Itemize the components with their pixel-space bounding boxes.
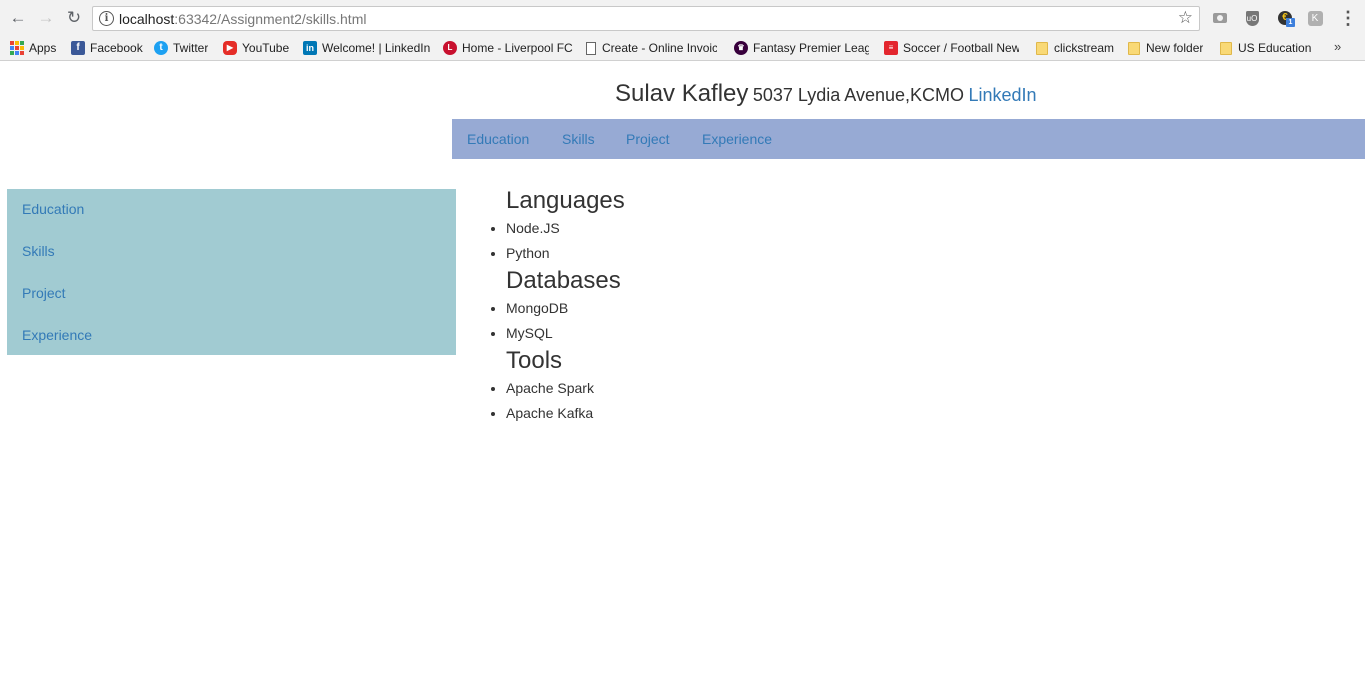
skills-section-tools: Tools Apache Spark Apache Kafka [476,346,625,426]
skills-list: Apache Spark Apache Kafka [476,376,625,426]
bookmark-apps[interactable]: Apps [10,40,56,56]
bookmark-clickstream[interactable]: clickstream [1036,40,1114,56]
bookmark-label: Home - Liverpool FC [462,41,573,55]
bookmark-label: Welcome! | LinkedIn [322,41,431,55]
liverpool-icon: L [443,41,457,55]
bookmark-label: Facebook [90,41,143,55]
extension-k-icon[interactable]: K [1306,9,1324,27]
bookmark-new-folder[interactable]: New folder [1128,40,1203,56]
bookmark-label: clickstream [1054,41,1115,55]
back-arrow-icon[interactable]: ← [8,8,28,28]
info-icon[interactable]: i [99,11,114,26]
bookmark-soccer-news[interactable]: ≡ Soccer / Football New [884,40,1019,56]
premier-league-icon: ♛ [734,41,748,55]
bookmark-create-invoice[interactable]: Create - Online Invoic [586,40,717,56]
side-nav-experience[interactable]: Experience [22,327,92,343]
bookmark-star-icon[interactable]: ☆ [1178,8,1193,28]
facebook-icon: f [71,41,85,55]
bookmark-label: YouTube [242,41,290,55]
side-nav: Education Skills Project Experience [7,189,456,355]
bookmark-label: Apps [29,41,57,55]
top-nav: Education Skills Project Experience [452,119,1365,159]
skills-content: Languages Node.JS Python Databases Mongo… [476,186,625,426]
address-bar[interactable]: i localhost:63342/Assignment2/skills.htm… [92,6,1200,31]
list-item: MongoDB [506,296,625,321]
skills-list: MongoDB MySQL [476,296,625,346]
twitter-icon: t [154,41,168,55]
folder-icon [1036,41,1048,55]
bookmark-label: US Education [1238,41,1312,55]
more-bookmarks-button[interactable]: » [1334,39,1341,54]
url-host: localhost [119,11,175,27]
browser-menu-icon[interactable]: ⋮ [1339,8,1357,28]
list-item: MySQL [506,321,625,346]
side-nav-education[interactable]: Education [22,201,84,217]
top-nav-skills[interactable]: Skills [562,131,595,147]
youtube-icon: ▶ [223,41,237,55]
bookmark-label: New folder [1146,41,1204,55]
address-text: 5037 Lydia Avenue,KCMO [752,85,964,105]
side-nav-skills[interactable]: Skills [22,243,55,259]
bookmark-facebook[interactable]: f Facebook [71,40,143,56]
section-heading: Databases [506,267,621,294]
top-nav-experience[interactable]: Experience [702,131,772,147]
bookmark-label: Create - Online Invoic [602,41,717,55]
list-item: Python [506,241,625,266]
forward-arrow-icon[interactable]: → [36,8,56,28]
page-header: Sulav Kafley 5037 Lydia Avenue,KCMO Link… [615,80,1037,108]
side-nav-project[interactable]: Project [22,285,66,301]
bookmark-youtube[interactable]: ▶ YouTube [223,40,289,56]
bookmark-us-education[interactable]: US Education [1220,40,1311,56]
linkedin-icon: in [303,41,317,55]
folder-icon [1220,41,1232,55]
extension-badge: 1 [1286,18,1295,27]
list-item: Apache Kafka [506,401,625,426]
skills-list: Node.JS Python [476,216,625,266]
bookmark-label: Twitter [173,41,209,55]
apps-grid-icon [10,41,24,55]
camera-extension-icon[interactable] [1211,9,1229,27]
bookmark-fantasy-premier-league[interactable]: ♛ Fantasy Premier Leagu [734,40,869,56]
skills-section-languages: Languages Node.JS Python [476,186,625,266]
folder-icon [1128,41,1140,55]
section-heading: Languages [506,187,625,214]
list-item: Apache Spark [506,376,625,401]
ublock-shield-icon[interactable]: uO [1243,9,1261,27]
bookmark-twitter[interactable]: t Twitter [154,40,208,56]
skills-section-databases: Databases MongoDB MySQL [476,266,625,346]
top-nav-project[interactable]: Project [626,131,670,147]
person-name: Sulav Kafley [615,80,749,107]
linkedin-link[interactable]: LinkedIn [968,85,1036,105]
bookmark-liverpool[interactable]: L Home - Liverpool FC [443,40,573,56]
list-item: Node.JS [506,216,625,241]
browser-toolbar: ← → ↻ i localhost:63342/Assignment2/skil… [0,0,1365,37]
url-text[interactable]: localhost:63342/Assignment2/skills.html [119,11,366,27]
bookmark-label: Fantasy Premier Leagu [753,41,869,55]
document-icon [586,41,596,55]
section-heading: Tools [506,347,563,374]
reload-icon[interactable]: ↻ [64,8,84,28]
extension-e-icon[interactable]: €1 [1276,9,1295,27]
top-nav-education[interactable]: Education [467,131,529,147]
bookmark-linkedin[interactable]: in Welcome! | LinkedIn [303,40,430,56]
soccer-news-icon: ≡ [884,41,898,55]
bookmark-label: Soccer / Football New [903,41,1019,55]
url-path: :63342/Assignment2/skills.html [174,11,367,27]
bookmarks-bar: Apps f Facebook t Twitter ▶ YouTube in W… [0,37,1365,61]
